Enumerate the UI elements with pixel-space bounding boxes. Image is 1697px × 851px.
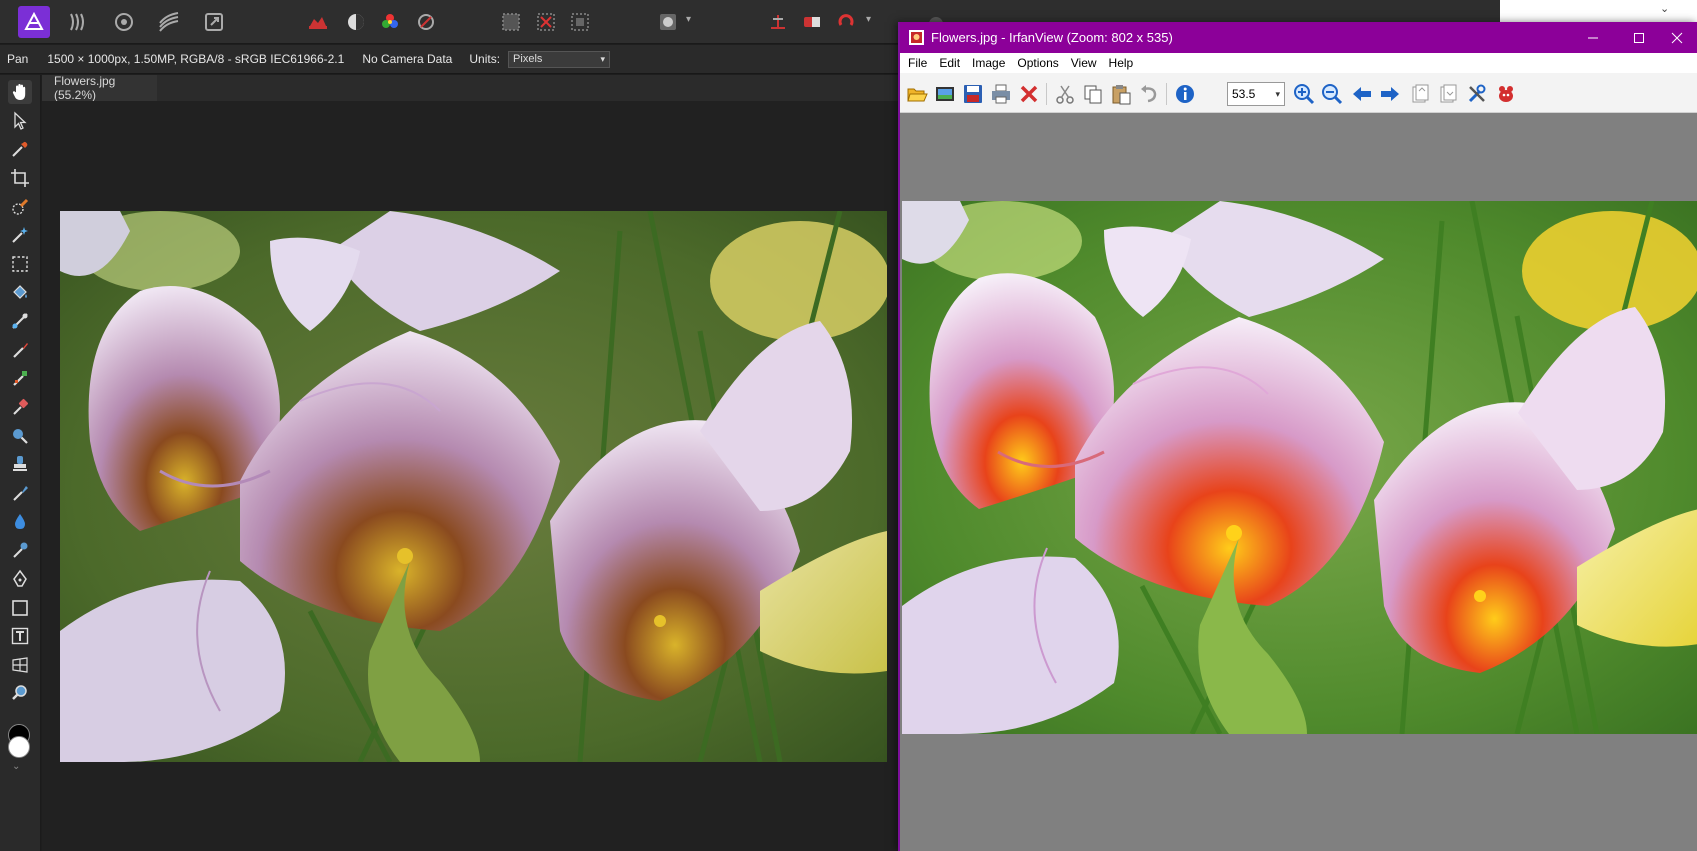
document-info: 1500 × 1000px, 1.50MP, RGBA/8 - sRGB IEC…: [47, 52, 345, 66]
zoom-in-icon[interactable]: [1291, 81, 1317, 107]
first-page-icon[interactable]: [1407, 81, 1433, 107]
color-picker-icon[interactable]: [8, 137, 32, 161]
force-pixel-alignment-icon[interactable]: [830, 6, 862, 38]
save-icon[interactable]: [960, 81, 986, 107]
info-icon[interactable]: [1172, 81, 1198, 107]
snapping-dropdown-icon[interactable]: ▾: [866, 14, 871, 25]
irfanview-logo-icon[interactable]: [1493, 81, 1519, 107]
blemish-tool-icon[interactable]: [8, 481, 32, 505]
tools-panel: ⌄: [0, 75, 41, 851]
affinity-canvas[interactable]: [42, 101, 900, 851]
auto-contrast-icon[interactable]: [340, 6, 372, 38]
irfanview-menubar: File Edit Image Options View Help: [900, 53, 1697, 73]
zoom-value: 53.5: [1232, 87, 1256, 101]
flowers-photo-irfanview: [902, 201, 1697, 734]
zoom-combobox[interactable]: 53.5 ▾: [1227, 82, 1285, 106]
quick-mask-dropdown-icon[interactable]: ▾: [686, 14, 691, 25]
select-all-icon[interactable]: [495, 6, 527, 38]
paste-icon[interactable]: [1108, 81, 1134, 107]
zoom-out-icon[interactable]: [1319, 81, 1345, 107]
menu-image[interactable]: Image: [966, 53, 1011, 73]
develop-persona-icon[interactable]: [108, 6, 140, 38]
move-tool-icon[interactable]: [8, 109, 32, 133]
liquify-persona-icon[interactable]: [62, 6, 94, 38]
camera-info: No Camera Data: [362, 52, 453, 66]
last-page-icon[interactable]: [1435, 81, 1461, 107]
deselect-icon[interactable]: [530, 6, 562, 38]
chevron-down-icon: ▾: [600, 53, 606, 64]
selection-brush-icon[interactable]: [8, 195, 32, 219]
irfanview-image-view[interactable]: [900, 113, 1697, 851]
auto-colors-icon[interactable]: [374, 6, 406, 38]
flood-select-icon[interactable]: [8, 223, 32, 247]
cut-icon[interactable]: [1052, 81, 1078, 107]
delete-icon[interactable]: [1016, 81, 1042, 107]
dodge-tool-icon[interactable]: [8, 424, 32, 448]
irfanview-app-icon: [909, 30, 924, 45]
paint-brush-icon[interactable]: [8, 338, 32, 362]
window-title: Flowers.jpg - IrfanView (Zoom: 802 x 535…: [931, 30, 1173, 45]
snapping-icon[interactable]: [762, 6, 794, 38]
gradient-tool-icon[interactable]: [8, 309, 32, 333]
auto-white-balance-icon[interactable]: [410, 6, 442, 38]
maximize-icon: [1634, 32, 1644, 43]
text-tool-icon[interactable]: [8, 624, 32, 648]
pen-tool-icon[interactable]: [8, 567, 32, 591]
minimize-icon: [1588, 37, 1598, 38]
blur-brush-icon[interactable]: [8, 510, 32, 534]
chevron-down-icon: ▾: [1275, 88, 1280, 99]
rectangle-tool-icon[interactable]: [8, 596, 32, 620]
erase-brush-icon[interactable]: [8, 395, 32, 419]
document-tab-label: Flowers.jpg (55.2%): [54, 74, 116, 102]
irfanview-titlebar[interactable]: Flowers.jpg - IrfanView (Zoom: 802 x 535…: [900, 22, 1697, 53]
quick-mask-icon[interactable]: [652, 6, 684, 38]
red-eye-tool-icon[interactable]: [8, 538, 32, 562]
tone-mapping-persona-icon[interactable]: [153, 6, 185, 38]
flowers-photo: [60, 211, 887, 762]
invert-selection-icon[interactable]: [564, 6, 596, 38]
current-tool-label: Pan: [7, 52, 29, 66]
marquee-tool-icon[interactable]: [8, 252, 32, 276]
units-label: Units:: [469, 52, 501, 66]
menu-view[interactable]: View: [1065, 53, 1103, 73]
next-icon[interactable]: [1377, 81, 1403, 107]
mesh-warp-icon[interactable]: [8, 653, 32, 677]
open-icon[interactable]: [904, 81, 930, 107]
close-button[interactable]: [1654, 22, 1697, 53]
units-select[interactable]: Pixels ▾: [508, 50, 611, 68]
levels-icon[interactable]: [302, 6, 334, 38]
export-persona-icon[interactable]: [198, 6, 230, 38]
menu-edit[interactable]: Edit: [933, 53, 966, 73]
units-select-value: Pixels: [513, 53, 543, 65]
dropdown-arrow-icon[interactable]: ⌄: [1660, 2, 1669, 15]
pixel-tool-icon[interactable]: [8, 366, 32, 390]
irfanview-toolbar: 53.5 ▾: [900, 73, 1697, 113]
pan-tool-icon[interactable]: [8, 80, 32, 104]
context-toolbar: Pan 1500 × 1000px, 1.50MP, RGBA/8 - sRGB…: [0, 45, 900, 74]
flood-fill-icon[interactable]: [8, 281, 32, 305]
close-icon: [1671, 32, 1683, 43]
document-tab[interactable]: Flowers.jpg (55.2%): [42, 74, 157, 102]
previous-icon[interactable]: [1349, 81, 1375, 107]
swap-colors-icon[interactable]: ⌄: [12, 761, 20, 772]
print-icon[interactable]: [988, 81, 1014, 107]
minimize-button[interactable]: [1570, 22, 1616, 53]
settings-icon[interactable]: [1464, 81, 1490, 107]
undo-icon[interactable]: [1136, 81, 1162, 107]
menu-file[interactable]: File: [902, 53, 933, 73]
crop-tool-icon[interactable]: [8, 166, 32, 190]
assistant-icon[interactable]: [796, 6, 828, 38]
photo-persona-icon[interactable]: [18, 6, 50, 38]
zoom-tool-icon[interactable]: [8, 681, 32, 705]
copy-icon[interactable]: [1080, 81, 1106, 107]
menu-help[interactable]: Help: [1103, 53, 1140, 73]
primary-color-well[interactable]: [8, 736, 30, 758]
clone-tool-icon[interactable]: [8, 452, 32, 476]
slideshow-icon[interactable]: [932, 81, 958, 107]
menu-options[interactable]: Options: [1011, 53, 1064, 73]
irfanview-window: Flowers.jpg - IrfanView (Zoom: 802 x 535…: [898, 22, 1697, 851]
document-tab-bar: Flowers.jpg (55.2%): [42, 74, 900, 102]
